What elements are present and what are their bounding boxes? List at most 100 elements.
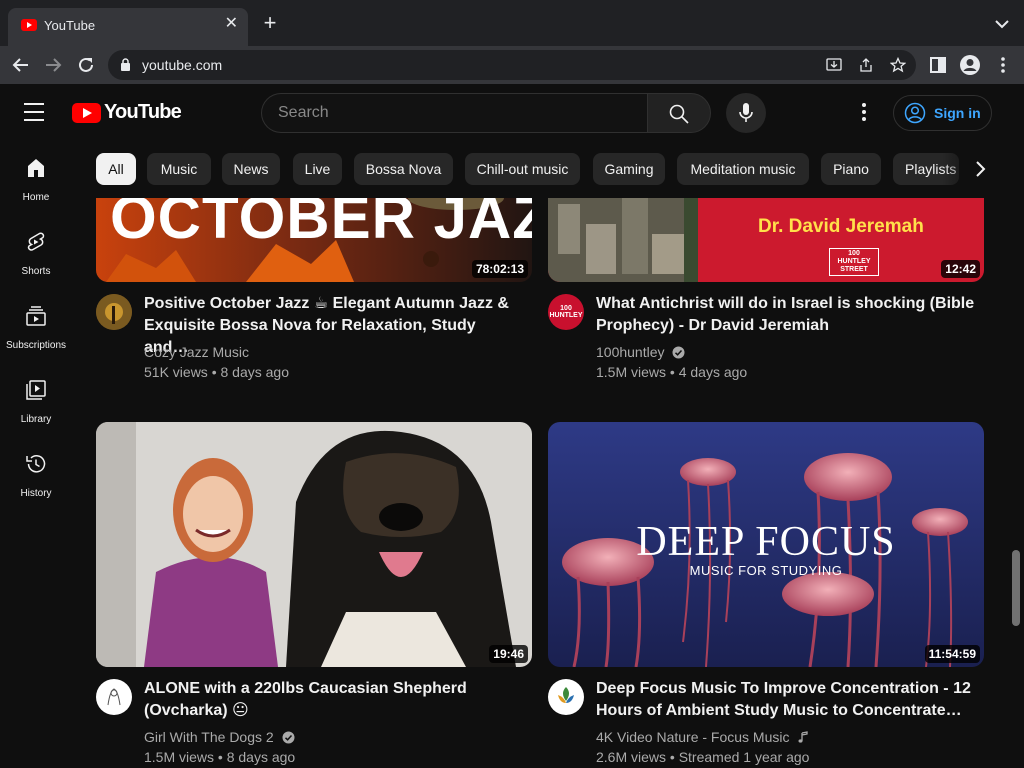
back-arrow-icon[interactable] xyxy=(8,52,34,78)
reload-icon[interactable] xyxy=(73,52,99,78)
video-title-line: Hours of Ambient Study Music to Concentr… xyxy=(596,702,962,719)
mini-guide-sidebar: Home Shorts Subscriptions Library Histor… xyxy=(0,140,72,768)
sidebar-item-home[interactable]: Home xyxy=(0,140,72,214)
shorts-icon xyxy=(27,232,45,251)
chip-bossa-nova[interactable]: Bossa Nova xyxy=(354,153,453,185)
browser-toolbar: youtube.com xyxy=(0,46,1024,84)
avatar-text: 100 HUNTLEY xyxy=(549,305,583,319)
channel-name-text: 100huntley xyxy=(596,344,665,360)
new-tab-button[interactable]: + xyxy=(258,12,282,36)
sidebar-item-label: Shorts xyxy=(21,266,51,277)
voice-search-button[interactable] xyxy=(726,93,766,133)
chip-gaming[interactable]: Gaming xyxy=(593,153,665,185)
video-title[interactable]: What Antichrist will do in Israel is sho… xyxy=(596,293,976,337)
thumbnail-subtitle-text: MUSIC FOR STUDYING xyxy=(689,563,843,578)
chip-music[interactable]: Music xyxy=(147,153,211,185)
search-input[interactable]: Search xyxy=(261,93,647,133)
video-duration: 19:46 xyxy=(489,645,528,663)
music-note-icon xyxy=(798,731,809,743)
tab-search-chevron-icon[interactable] xyxy=(992,14,1012,34)
video-duration: 12:42 xyxy=(941,260,980,278)
sidebar-item-label: History xyxy=(20,488,52,499)
video-meta: 1.5M views • 4 days ago xyxy=(596,364,748,380)
url-text: youtube.com xyxy=(142,57,223,73)
address-bar[interactable]: youtube.com xyxy=(108,50,916,80)
video-title-line: ALONE with a 220lbs Caucasian Shepherd xyxy=(144,680,467,697)
browser-menu-icon[interactable] xyxy=(992,54,1014,76)
tab-title: YouTube xyxy=(44,18,96,33)
video-meta: 1.5M views • 8 days ago xyxy=(144,749,296,765)
browser-tab[interactable]: YouTube ✕ xyxy=(8,8,248,46)
video-title-line: (Ovcharka) 😐 xyxy=(144,702,249,719)
search-icon xyxy=(669,104,689,124)
verified-badge-icon xyxy=(672,346,685,359)
video-title-line: Prophecy) - Dr David Jeremiah xyxy=(596,317,829,334)
channel-avatar[interactable]: 100 HUNTLEY xyxy=(548,294,584,330)
bookmark-star-icon[interactable] xyxy=(890,57,906,73)
video-title-line: Deep Focus Music To Improve Concentratio… xyxy=(596,680,971,697)
sidebar-item-label: Subscriptions xyxy=(5,340,67,351)
chip-piano[interactable]: Piano xyxy=(821,153,881,185)
sidebar-item-history[interactable]: History xyxy=(0,436,72,510)
video-title-line: What Antichrist will do in Israel is sho… xyxy=(596,295,975,312)
side-panel-icon[interactable] xyxy=(927,54,949,76)
subscriptions-icon xyxy=(26,306,46,326)
avatar-image xyxy=(549,680,583,714)
sidebar-item-library[interactable]: Library xyxy=(0,362,72,436)
channel-name-text: Girl With The Dogs 2 xyxy=(144,729,274,745)
chip-meditation-music[interactable]: Meditation music xyxy=(677,153,809,185)
video-thumbnail[interactable]: DEEP FOCUS MUSIC FOR STUDYING 11:54:59 xyxy=(548,422,984,667)
close-tab-icon[interactable]: ✕ xyxy=(225,16,238,32)
channel-name-text: 4K Video Nature - Focus Music xyxy=(596,729,790,745)
channel-avatar[interactable] xyxy=(96,679,132,715)
video-thumbnail[interactable]: 19:46 xyxy=(96,422,532,667)
sidebar-item-label: Home xyxy=(22,192,50,203)
search-placeholder: Search xyxy=(278,104,329,121)
channel-avatar[interactable] xyxy=(548,679,584,715)
video-meta: 2.6M views • Streamed 1 year ago xyxy=(596,749,810,765)
channel-name[interactable]: Girl With The Dogs 2 xyxy=(144,729,295,745)
sidebar-item-shorts[interactable]: Shorts xyxy=(0,214,72,288)
thumbnail-image xyxy=(96,422,532,667)
video-title-line: Positive October Jazz ☕ Elegant Autumn J… xyxy=(144,295,509,312)
logo-wordmark: YouTube xyxy=(104,101,182,123)
avatar-image xyxy=(96,294,132,330)
page-scrollbar-thumb[interactable] xyxy=(1012,550,1020,626)
thumbnail-title-text: Dr. David Jeremah xyxy=(758,216,924,237)
profile-icon[interactable] xyxy=(959,54,981,76)
video-duration: 11:54:59 xyxy=(924,645,980,663)
video-duration: 78:02:13 xyxy=(471,260,528,278)
guide-menu-icon[interactable] xyxy=(24,103,46,121)
channel-name[interactable]: 4K Video Nature - Focus Music xyxy=(596,729,809,745)
search-button[interactable] xyxy=(647,93,711,133)
filter-chip-bar: All Music News Live Bossa Nova Chill-out… xyxy=(72,140,1024,198)
video-title[interactable]: Deep Focus Music To Improve Concentratio… xyxy=(596,678,976,722)
channel-name[interactable]: Cozy Jazz Music xyxy=(144,344,249,360)
settings-more-icon[interactable] xyxy=(852,100,876,124)
youtube-masthead: YouTube Search Sign in xyxy=(0,84,1024,140)
chip-chill-out-music[interactable]: Chill-out music xyxy=(465,153,580,185)
channel-avatar[interactable] xyxy=(96,294,132,330)
channel-name[interactable]: 100huntley xyxy=(596,344,685,360)
avatar-image xyxy=(97,680,131,714)
install-app-icon[interactable] xyxy=(826,57,842,73)
browser-tab-strip: YouTube ✕ + xyxy=(0,0,1024,46)
sign-in-button[interactable]: Sign in xyxy=(893,95,992,131)
chip-live[interactable]: Live xyxy=(293,153,342,185)
forward-arrow-icon[interactable] xyxy=(40,52,66,78)
microphone-icon xyxy=(739,103,753,122)
thumbnail-title-text: DEEP FOCUS xyxy=(636,519,896,565)
chip-news[interactable]: News xyxy=(222,153,280,185)
video-title[interactable]: ALONE with a 220lbs Caucasian Shepherd (… xyxy=(144,678,524,722)
thumbnail-badge: 100 HUNTLEY STREET xyxy=(829,248,879,276)
sign-in-label: Sign in xyxy=(934,105,981,121)
sidebar-item-subscriptions[interactable]: Subscriptions xyxy=(0,288,72,362)
lock-icon xyxy=(121,58,130,71)
search-bar: Search xyxy=(261,93,711,133)
library-icon xyxy=(26,380,46,400)
chip-all[interactable]: All xyxy=(96,153,136,185)
share-icon[interactable] xyxy=(858,57,874,73)
verified-badge-icon xyxy=(282,731,295,744)
account-circle-icon xyxy=(904,102,926,124)
chevron-right-icon[interactable] xyxy=(968,157,992,181)
